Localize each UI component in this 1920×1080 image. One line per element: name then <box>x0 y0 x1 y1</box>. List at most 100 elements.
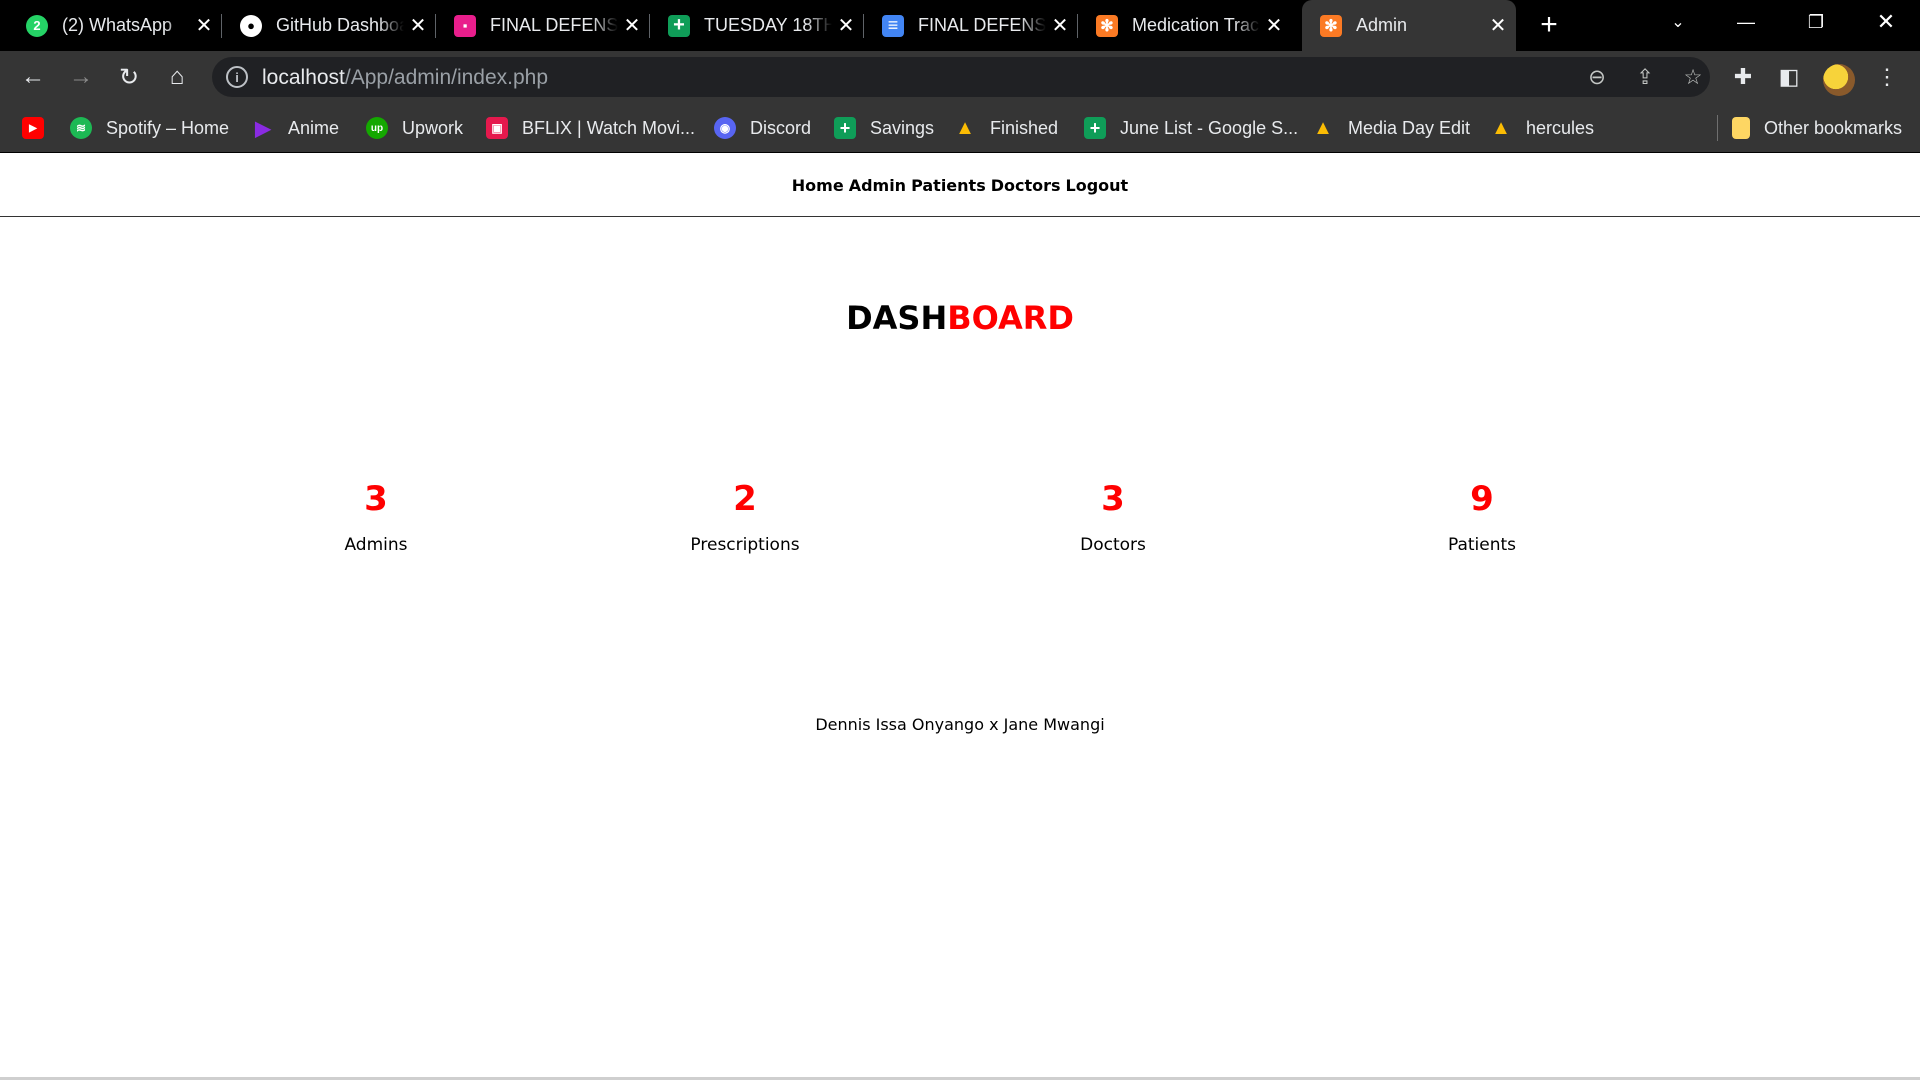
address-bar[interactable]: i localhost/App/admin/index.php ⊖ ⇪ ☆ <box>212 57 1710 97</box>
drive-icon: ▲ <box>1491 116 1511 139</box>
tab-title: Medication Tracker <box>1132 15 1260 35</box>
bookmark-anime[interactable]: ▶ Anime <box>252 113 339 143</box>
bookmark-spotify[interactable]: ≋ Spotify – Home <box>70 113 229 143</box>
close-icon[interactable]: ✕ <box>834 13 858 37</box>
bookmark-media-day-edit[interactable]: ▲ Media Day Edit <box>1312 113 1470 143</box>
title-part-dash: DASH <box>846 299 948 337</box>
tab-title: TUESDAY 18TH <box>704 15 832 35</box>
whatsapp-icon: 2 <box>26 14 48 37</box>
title-part-board: BOARD <box>947 299 1074 337</box>
stat-label: Doctors <box>1080 535 1146 555</box>
site-info-icon[interactable]: i <box>226 66 248 88</box>
tab-github[interactable]: ● GitHub Dashboard ✕ <box>222 0 436 51</box>
kebab-menu-icon[interactable]: ⋮ <box>1868 58 1906 96</box>
close-icon[interactable]: ✕ <box>192 13 216 37</box>
bookmark-other-bookmarks[interactable]: Other bookmarks <box>1732 113 1902 143</box>
xampp-icon: ✻ <box>1320 14 1342 37</box>
back-arrow-icon[interactable]: ← <box>14 58 52 96</box>
stat-label: Patients <box>1447 535 1517 555</box>
bflix-icon: ▣ <box>486 117 508 139</box>
spotify-icon: ≋ <box>70 117 92 139</box>
stat-label: Prescriptions <box>690 535 800 555</box>
forward-arrow-icon[interactable]: → <box>62 58 100 96</box>
stat-label: Admins <box>344 535 408 555</box>
tab-whatsapp[interactable]: 2 (2) WhatsApp ✕ <box>8 0 222 51</box>
sheets-icon: + <box>1084 117 1106 139</box>
tab-admin-active[interactable]: ✻ Admin ✕ <box>1302 0 1516 51</box>
bookmark-youtube[interactable]: ▶ <box>22 113 58 143</box>
stat-card-admins: 3 Admins <box>226 479 526 555</box>
tab-tuesday-sheet[interactable]: + TUESDAY 18TH ✕ <box>650 0 864 51</box>
stat-card-patients: 9 Patients <box>1332 479 1632 555</box>
nav-link-admin[interactable]: Admin <box>849 176 906 195</box>
stat-value: 2 <box>733 479 757 519</box>
docs-icon: ≡ <box>882 14 904 37</box>
xampp-icon: ✻ <box>1096 14 1118 37</box>
page-viewport: Home Admin Patients Doctors Logout DASHB… <box>0 154 1920 1080</box>
url-host: localhost <box>262 66 345 89</box>
stat-card-prescriptions: 2 Prescriptions <box>595 479 895 555</box>
home-icon[interactable]: ⌂ <box>158 58 196 96</box>
bookmark-discord[interactable]: ◉ Discord <box>714 113 811 143</box>
bookmark-upwork[interactable]: up Upwork <box>366 113 463 143</box>
close-window-button[interactable]: ✕ <box>1856 0 1916 44</box>
close-icon[interactable]: ✕ <box>620 13 644 37</box>
bookmark-star-icon[interactable]: ☆ <box>1678 62 1708 92</box>
browser-tabstrip: 2 (2) WhatsApp ✕ ● GitHub Dashboard ✕ ▪ … <box>0 0 1920 51</box>
bookmark-bflix[interactable]: ▣ BFLIX | Watch Movi... <box>486 113 695 143</box>
slides-icon: ▪ <box>454 14 476 37</box>
zoom-icon[interactable]: ⊖ <box>1582 62 1612 92</box>
stat-value: 3 <box>1101 479 1125 519</box>
bookmark-hercules[interactable]: ▲ hercules <box>1490 113 1594 143</box>
bookmark-label: Finished <box>990 117 1059 138</box>
bookmark-label: June List - Google S... <box>1120 117 1299 138</box>
url-path: /App/admin/index.php <box>344 66 549 89</box>
restore-button[interactable]: ❐ <box>1786 0 1846 44</box>
bookmark-label: Savings <box>870 117 935 138</box>
upwork-icon: up <box>366 117 388 139</box>
close-icon[interactable]: ✕ <box>1048 13 1072 37</box>
close-icon[interactable]: ✕ <box>1262 13 1286 37</box>
bookmark-label: Anime <box>288 117 340 138</box>
nav-link-home[interactable]: Home <box>792 176 844 195</box>
close-icon[interactable]: ✕ <box>1486 13 1510 37</box>
drive-icon: ▲ <box>1313 116 1333 139</box>
tab-title: (2) WhatsApp <box>62 15 173 35</box>
tab-final-defense-doc[interactable]: ≡ FINAL DEFENSE ✕ <box>864 0 1078 51</box>
share-icon[interactable]: ⇪ <box>1630 62 1660 92</box>
bookmark-label: Other bookmarks <box>1764 117 1903 138</box>
extensions-puzzle-icon[interactable]: ✚ <box>1724 58 1762 96</box>
discord-icon: ◉ <box>714 117 736 139</box>
stat-card-doctors: 3 Doctors <box>963 479 1263 555</box>
bookmarks-bar: ▶ ≋ Spotify – Home ▶ Anime up Upwork ▣ B… <box>0 103 1920 153</box>
page-title: DASHBOARD <box>0 299 1920 337</box>
stat-value: 9 <box>1470 479 1494 519</box>
bookmark-label: Media Day Edit <box>1348 117 1471 138</box>
folder-icon <box>1732 117 1750 139</box>
bookmark-savings[interactable]: + Savings <box>834 113 934 143</box>
bookmark-june-list[interactable]: + June List - Google S... <box>1084 113 1298 143</box>
browser-toolbar: ← → ↻ ⌂ i localhost/App/admin/index.php … <box>0 51 1920 103</box>
minimize-button[interactable]: — <box>1716 0 1776 44</box>
tab-medication-tracker[interactable]: ✻ Medication Tracker ✕ <box>1078 0 1292 51</box>
reload-icon[interactable]: ↻ <box>110 58 148 96</box>
nav-link-logout[interactable]: Logout <box>1066 176 1129 195</box>
site-nav: Home Admin Patients Doctors Logout <box>0 154 1920 217</box>
tab-search-chevron-icon[interactable]: ⌄ <box>1648 0 1708 44</box>
sheets-icon: + <box>668 14 690 37</box>
new-tab-button[interactable]: + <box>1532 8 1566 42</box>
close-icon[interactable]: ✕ <box>406 13 430 37</box>
profile-avatar[interactable] <box>1823 64 1855 96</box>
side-panel-icon[interactable]: ◧ <box>1770 58 1808 96</box>
nav-link-doctors[interactable]: Doctors <box>991 176 1061 195</box>
bookmarks-divider <box>1717 115 1718 141</box>
tab-title: FINAL DEFENSE <box>918 15 1046 35</box>
address-url[interactable]: localhost/App/admin/index.php <box>262 66 548 90</box>
tab-title: Admin <box>1356 15 1408 35</box>
tab-final-defense-slides[interactable]: ▪ FINAL DEFENSE ✕ <box>436 0 650 51</box>
bookmark-finished[interactable]: ▲ Finished <box>954 113 1058 143</box>
bookmark-label: Discord <box>750 117 812 138</box>
nav-link-patients[interactable]: Patients <box>911 176 986 195</box>
bookmark-label: BFLIX | Watch Movi... <box>522 117 696 138</box>
bookmark-label: hercules <box>1526 117 1595 138</box>
